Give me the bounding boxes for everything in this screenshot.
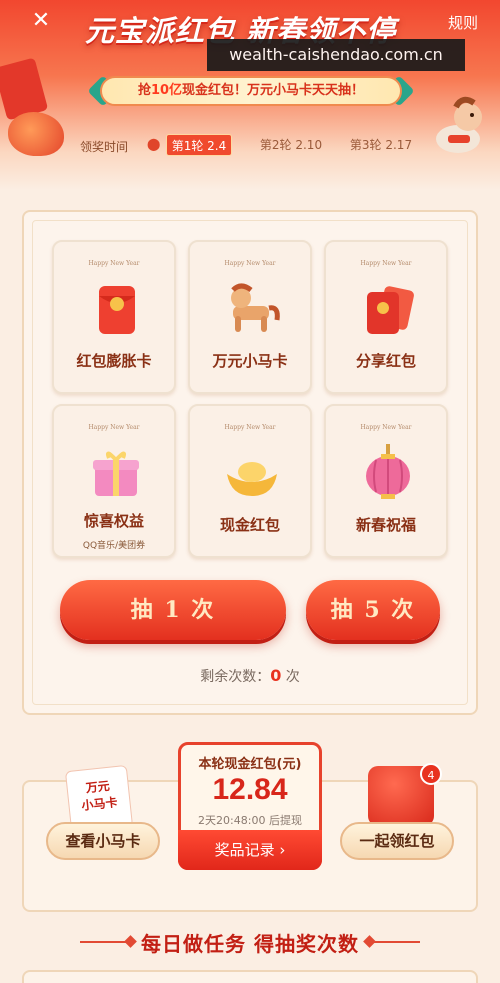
watermark: wealth-caishendao.com.cn bbox=[207, 39, 465, 71]
close-icon[interactable]: ✕ bbox=[30, 10, 52, 32]
round-cash-card: 本轮现金红包(元) 12.84 2天20:48:00 后提现 奖品记录 › bbox=[178, 742, 322, 870]
card-greeting: Happy New Year bbox=[224, 424, 276, 431]
countdown-suffix: 后提现 bbox=[265, 814, 302, 827]
prize-name: 惊喜权益 bbox=[83, 512, 144, 530]
prize-card: Happy New Year 惊喜权益 QQ音乐/美团券 bbox=[52, 404, 176, 558]
prize-name: 新春祝福 bbox=[355, 516, 416, 534]
prize-name: 万元小马卡 bbox=[212, 352, 288, 370]
card-greeting: Happy New Year bbox=[360, 260, 412, 267]
banner-highlight: 10亿 bbox=[150, 83, 183, 98]
round-tab-1[interactable]: 第1轮 2.4 bbox=[166, 134, 232, 156]
remaining-draws: 剩余次数：0 次 bbox=[0, 666, 500, 686]
tasks-card bbox=[22, 970, 478, 983]
horse-icon bbox=[231, 283, 280, 332]
draw-five-button[interactable]: 抽 5 次 bbox=[306, 580, 440, 640]
prize-name: 分享红包 bbox=[355, 352, 416, 370]
share-envelopes-icon bbox=[367, 286, 414, 334]
remain-prefix: 剩余次数： bbox=[200, 669, 271, 685]
location-pin-icon: ⬤ bbox=[147, 137, 161, 151]
card-greeting: Happy New Year bbox=[88, 424, 140, 431]
countdown-time: 2天20:48:00 bbox=[198, 814, 266, 827]
prize-subtitle: QQ音乐/美团券 bbox=[82, 541, 146, 551]
gold-ingot-icon bbox=[227, 462, 277, 496]
remain-suffix: 次 bbox=[281, 669, 300, 685]
remain-count: 0 bbox=[270, 666, 282, 685]
prize-card: Happy New Year 新春祝福 bbox=[324, 404, 448, 558]
banner-suffix: 现金红包！万元小马卡天天抽！ bbox=[182, 83, 365, 98]
notification-badge: 4 bbox=[420, 763, 442, 785]
prize-card: Happy New Year 红包膨胀卡 bbox=[52, 240, 176, 394]
card-greeting: Happy New Year bbox=[360, 424, 412, 431]
rounds-label: 领奖时间 bbox=[80, 140, 129, 154]
view-horse-card-button[interactable]: 查看小马卡 bbox=[46, 822, 160, 860]
banner-prefix: 抢 bbox=[137, 83, 151, 98]
round-tab-3[interactable]: 第3轮 2.17 bbox=[346, 134, 416, 156]
tasks-section-title: 每日做任务 得抽奖次数 bbox=[141, 932, 359, 956]
prize-card: Happy New Year 万元小马卡 bbox=[188, 240, 312, 394]
draw-once-button[interactable]: 抽 1 次 bbox=[60, 580, 286, 640]
prize-card: Happy New Year 分享红包 bbox=[324, 240, 448, 394]
round-tab-2[interactable]: 第2轮 2.10 bbox=[256, 134, 326, 156]
card-greeting: Happy New Year bbox=[88, 260, 140, 267]
withdraw-countdown: 2天20:48:00 后提现 bbox=[181, 812, 319, 828]
red-envelope-icon bbox=[99, 286, 135, 334]
chevron-right-icon: › bbox=[279, 841, 286, 859]
prize-records-label: 奖品记录 bbox=[214, 841, 275, 859]
red-envelope-decoration bbox=[0, 57, 49, 121]
prize-records-button[interactable]: 奖品记录 › bbox=[178, 830, 322, 870]
round-cash-amount: 12.84 bbox=[212, 773, 288, 806]
promo-banner: 抢10亿现金红包！万元小马卡天天抽！ bbox=[100, 76, 402, 106]
claim-together-button[interactable]: 一起领红包 bbox=[340, 822, 454, 860]
gift-box-icon bbox=[93, 451, 139, 496]
round-cash-title: 本轮现金红包(元) bbox=[198, 757, 302, 772]
prize-name: 红包膨胀卡 bbox=[76, 352, 152, 370]
rules-link[interactable]: 规则 bbox=[448, 12, 478, 33]
lantern-icon bbox=[366, 444, 410, 499]
card-greeting: Happy New Year bbox=[224, 260, 276, 267]
prize-card: Happy New Year 现金红包 bbox=[188, 404, 312, 558]
prize-name: 现金红包 bbox=[219, 516, 280, 534]
round-selector: 领奖时间 ⬤ 第1轮 2.4 第2轮 2.10 第3轮 2.17 bbox=[0, 134, 500, 158]
